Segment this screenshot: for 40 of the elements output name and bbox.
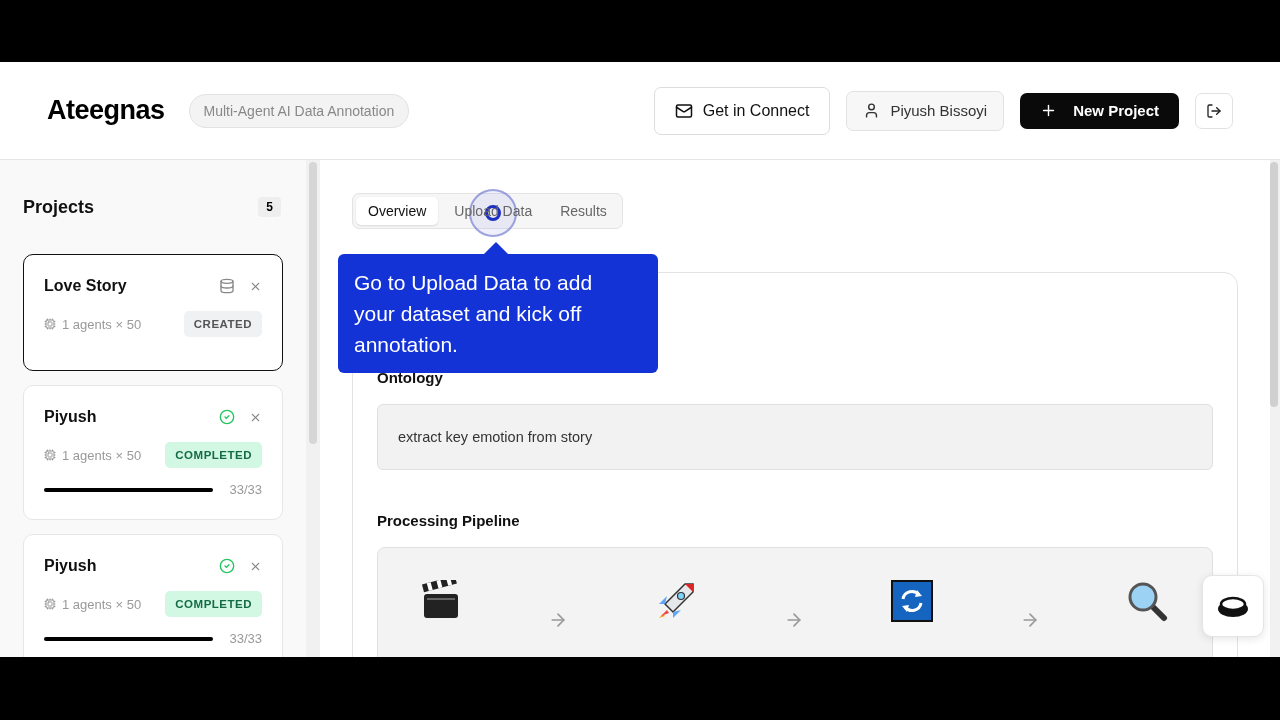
- new-project-button[interactable]: New Project: [1020, 92, 1179, 129]
- project-card[interactable]: Love Story 1 agents × 50 CREATED: [23, 254, 283, 371]
- project-meta: 1 agents × 50: [62, 316, 142, 332]
- refresh-icon: [890, 580, 933, 622]
- scrollbar-thumb[interactable]: [309, 162, 317, 444]
- chip-icon: [44, 318, 56, 330]
- project-card[interactable]: Piyush 1 agents × 50 COMPLETED 33/33: [23, 534, 283, 657]
- project-name: Piyush: [44, 408, 97, 426]
- floating-button[interactable]: [1202, 575, 1264, 637]
- chip-icon: [44, 449, 56, 461]
- section-title: Processing Pipeline: [377, 512, 521, 529]
- tagline-pill: Multi-Agent AI Data Annotation: [188, 93, 410, 128]
- magnifier-icon: [1126, 580, 1169, 622]
- project-name: Love Story: [44, 277, 127, 295]
- project-meta: 1 agents × 50: [62, 447, 142, 463]
- tab[interactable]: Overview: [356, 197, 439, 225]
- sidebar-title: Projects: [23, 196, 95, 218]
- status-badge: COMPLETED: [165, 591, 262, 617]
- status-badge: CREATED: [183, 311, 262, 337]
- project-name: Piyush: [44, 557, 97, 575]
- contact-button[interactable]: Get in Connect: [653, 86, 831, 135]
- user-button[interactable]: Piyush Bissoyi: [846, 90, 1005, 131]
- chip-icon: [44, 598, 56, 610]
- scrollbar-thumb[interactable]: [1270, 162, 1278, 407]
- mail-icon: [674, 101, 693, 120]
- logout-icon: [1206, 102, 1222, 119]
- project-meta: 1 agents × 50: [62, 596, 142, 612]
- tab[interactable]: Results: [548, 197, 619, 225]
- logout-button[interactable]: [1195, 92, 1233, 129]
- check-circle-icon: [219, 558, 235, 574]
- project-card[interactable]: Piyush 1 agents × 50 COMPLETED 33/33: [23, 385, 283, 520]
- progress-count: 33/33: [229, 631, 262, 646]
- status-badge: COMPLETED: [165, 442, 262, 468]
- tooltip: Go to Upload Data to add your dataset and kick off annotation.: [338, 254, 658, 373]
- ontology-text: extract key emotion from story: [377, 404, 1213, 470]
- progress-count: 33/33: [229, 482, 262, 497]
- database-icon: [219, 278, 235, 294]
- app-logo: Ateegnas: [47, 95, 165, 126]
- project-count: 5: [258, 197, 281, 217]
- check-circle-icon: [219, 409, 235, 425]
